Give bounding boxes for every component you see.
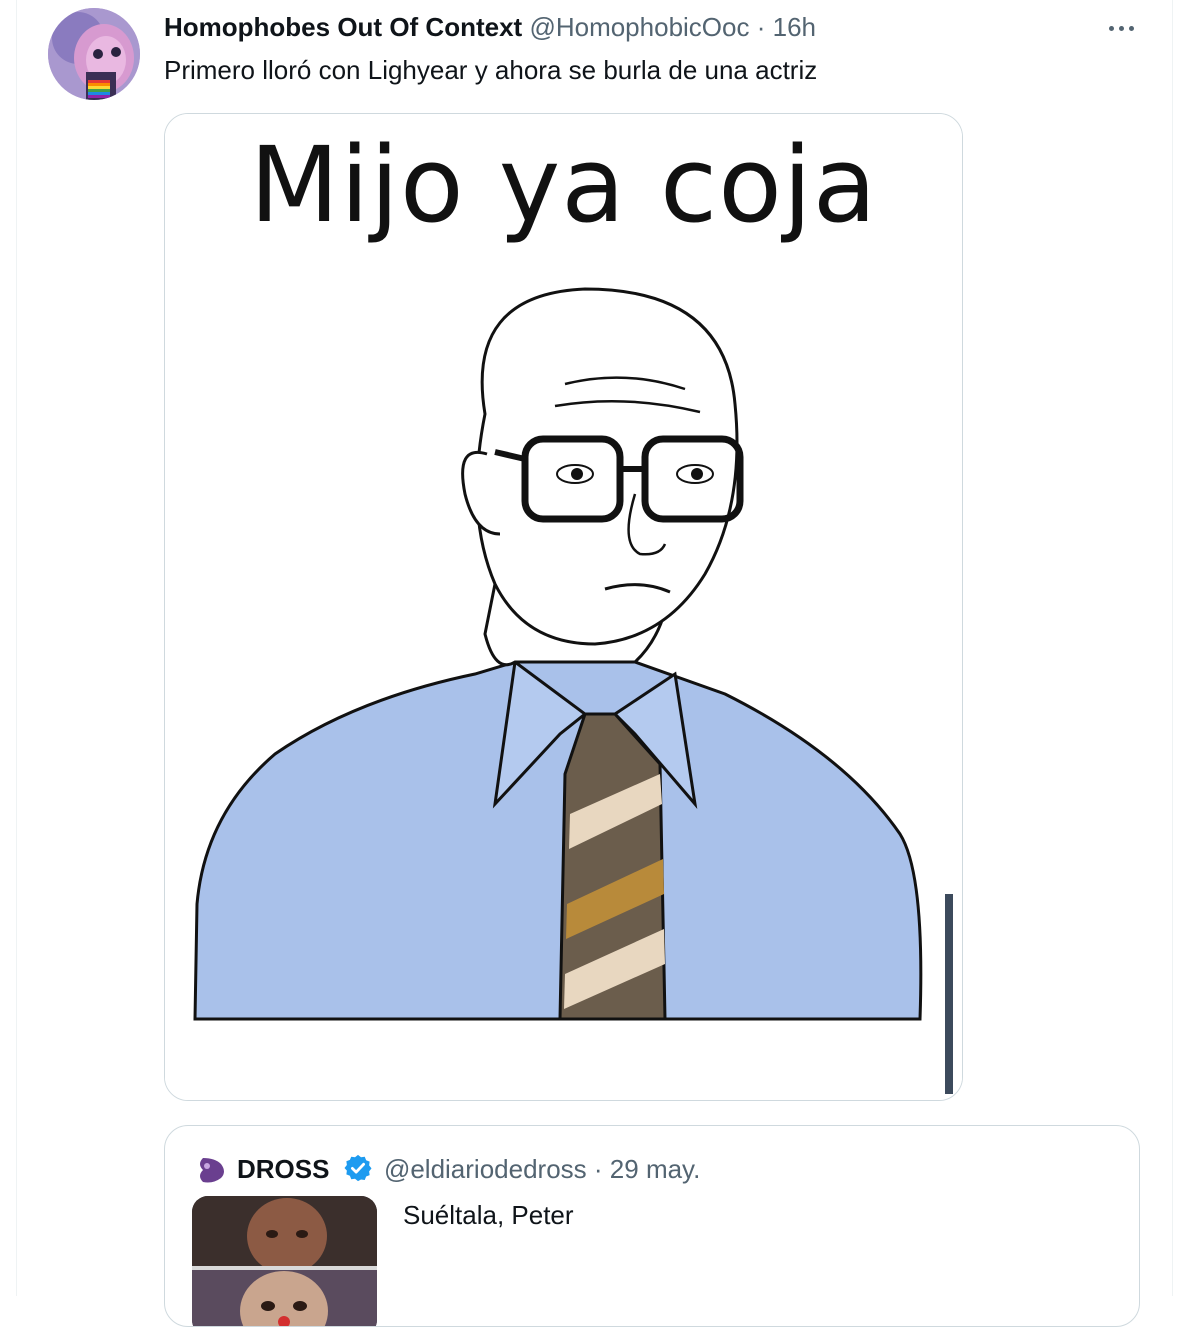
tweet-text: Primero lloró con Lighyear y ahora se bu… <box>164 55 818 85</box>
quoted-tweet-thumbnail[interactable] <box>192 1196 377 1326</box>
author-name[interactable]: Homophobes Out Of Context <box>164 12 522 42</box>
verified-badge-icon <box>344 1154 372 1182</box>
quoted-tweet[interactable]: DROSS @eldiariodedross · 29 may. Suéltal… <box>164 1125 1140 1327</box>
separator: · <box>593 1154 603 1184</box>
quoted-tweet-text: Suéltala, Peter <box>403 1200 574 1230</box>
separator: · <box>756 12 766 42</box>
tweet-header: Homophobes Out Of Context @HomophobicOoc… <box>164 10 816 44</box>
quoted-author-handle[interactable]: @eldiariodedross <box>384 1154 587 1184</box>
quoted-author-name[interactable]: DROSS <box>237 1154 329 1184</box>
author-handle[interactable]: @HomophobicOoc <box>529 12 749 42</box>
meme-illustration <box>165 114 962 1100</box>
avatar[interactable] <box>48 8 140 100</box>
dross-logo-icon <box>200 1158 224 1183</box>
quoted-tweet-date[interactable]: 29 may. <box>610 1154 701 1184</box>
quoted-tweet-header: DROSS @eldiariodedross · 29 may. <box>195 1152 700 1186</box>
meme-caption: Mijo ya coja <box>249 124 878 246</box>
avatar-image <box>48 8 140 100</box>
more-horizontal-icon[interactable] <box>1103 14 1141 42</box>
thumbnail-image <box>192 1196 377 1326</box>
tweet-time[interactable]: 16h <box>773 12 816 42</box>
tweet-media[interactable]: Mijo ya coja <box>164 113 963 1101</box>
